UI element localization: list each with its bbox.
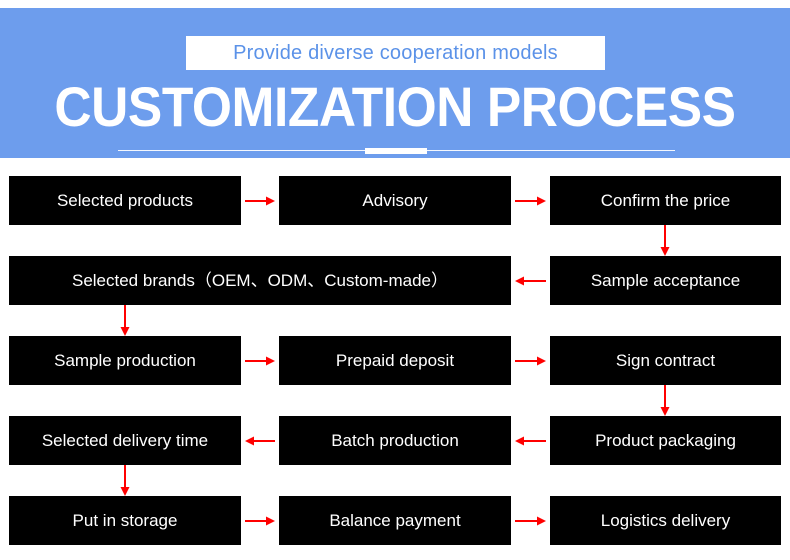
flow-node-label: Batch production [331, 430, 459, 450]
title-divider [0, 148, 790, 156]
arrow-left-icon [245, 434, 275, 448]
header-subtitle: Provide diverse cooperation models [233, 41, 558, 64]
flow-node-label: Sample acceptance [590, 270, 741, 290]
flow-node-label: Product packaging [595, 430, 736, 450]
flow-node-label: Selected products [56, 190, 194, 210]
flow-node-sample-acceptance[interactable]: Sample acceptance [550, 256, 781, 305]
arrow-right-icon [245, 354, 275, 368]
arrow-down-icon [118, 465, 132, 496]
subtitle-box: Provide diverse cooperation models [186, 36, 605, 70]
flow-node-label: Advisory [362, 190, 428, 210]
arrow-left-icon [515, 434, 546, 448]
flow-node-product-packaging[interactable]: Product packaging [550, 416, 781, 465]
header-banner: Provide diverse cooperation models CUSTO… [0, 8, 790, 158]
flow-node-label: Selected brands（OEM、ODM、Custom-made） [71, 270, 448, 290]
process-flow: Selected products Advisory Confirm the p… [0, 158, 790, 560]
flow-node-batch-production[interactable]: Batch production [279, 416, 511, 465]
arrow-right-icon [515, 514, 546, 528]
flow-node-selected-brands[interactable]: Selected brands（OEM、ODM、Custom-made） [9, 256, 511, 305]
arrow-right-icon [245, 194, 275, 208]
flow-node-label: Sample production [54, 350, 196, 370]
flow-node-label: Sign contract [615, 350, 716, 370]
flow-node-sample-production[interactable]: Sample production [9, 336, 241, 385]
flow-node-advisory[interactable]: Advisory [279, 176, 511, 225]
flow-node-label: Prepaid deposit [335, 350, 455, 370]
arrow-down-icon [658, 225, 672, 256]
arrow-right-icon [245, 514, 275, 528]
flow-node-logistics-delivery[interactable]: Logistics delivery [550, 496, 781, 545]
flow-node-label: Logistics delivery [600, 510, 731, 530]
flow-node-sign-contract[interactable]: Sign contract [550, 336, 781, 385]
flow-node-prepaid-deposit[interactable]: Prepaid deposit [279, 336, 511, 385]
arrow-right-icon [515, 354, 546, 368]
flow-node-confirm-the-price[interactable]: Confirm the price [550, 176, 781, 225]
divider-center-accent [365, 148, 427, 154]
flow-node-selected-products[interactable]: Selected products [9, 176, 241, 225]
arrow-left-icon [515, 274, 546, 288]
arrow-right-icon [515, 194, 546, 208]
flow-node-selected-delivery-time[interactable]: Selected delivery time [9, 416, 241, 465]
flow-node-label: Confirm the price [600, 190, 731, 210]
flow-node-put-in-storage[interactable]: Put in storage [9, 496, 241, 545]
flow-node-label: Selected delivery time [41, 430, 209, 450]
flow-node-balance-payment[interactable]: Balance payment [279, 496, 511, 545]
flow-node-label: Put in storage [72, 510, 178, 530]
arrow-down-icon [658, 385, 672, 416]
infographic-root: Provide diverse cooperation models CUSTO… [0, 0, 790, 560]
arrow-down-icon [118, 305, 132, 336]
page-title: CUSTOMIZATION PROCESS [54, 75, 736, 138]
flow-node-label: Balance payment [329, 510, 461, 530]
